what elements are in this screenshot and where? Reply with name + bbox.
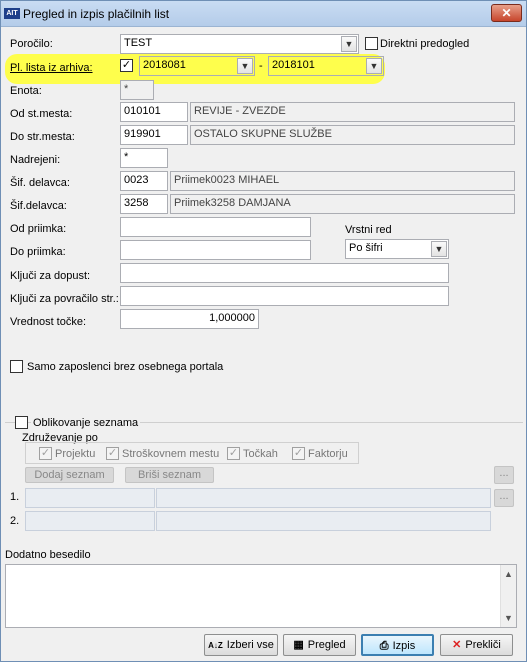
window-title: Pregled in izpis plačilnih list <box>23 7 170 21</box>
row-1-field-b <box>156 488 491 508</box>
arhiv-to-value: 2018101 <box>272 59 315 71</box>
od-st-mesta-code[interactable]: 010101 <box>120 102 188 122</box>
app-icon: AIT <box>4 8 20 19</box>
sif-delavca-2-code[interactable]: 3258 <box>120 194 168 214</box>
vrstni-red-value: Po šifri <box>349 242 383 254</box>
enota-label: Enota: <box>10 85 42 97</box>
pregled-label: Pregled <box>307 639 346 651</box>
scroll-up-icon[interactable]: ▲ <box>504 569 513 579</box>
vrednost-tocke-field[interactable]: 1,000000 <box>120 309 259 329</box>
porocilo-value: TEST <box>124 37 153 49</box>
dodaj-seznam-button[interactable]: Dodaj seznam <box>25 467 114 483</box>
kljuci-povracilo-label: Ključi za povračilo str.: <box>10 293 119 305</box>
chevron-down-icon[interactable]: ▼ <box>341 36 357 52</box>
do-priimka-label: Do priimka: <box>10 246 66 258</box>
pregled-button[interactable]: ▦ Pregled <box>283 634 356 656</box>
nadrejeni-label: Nadrejeni: <box>10 154 61 166</box>
arhiv-from-select[interactable]: 2018081 ▼ <box>139 56 255 76</box>
porocilo-label: Poročilo: <box>10 38 53 50</box>
faktorju-label: Faktorju <box>308 448 348 460</box>
faktorju-checkbox[interactable]: ✓ <box>292 447 305 460</box>
row-2-field-b <box>156 511 491 531</box>
scroll-down-icon[interactable]: ▼ <box>504 613 513 623</box>
oblikovanje-label: Oblikovanje seznama <box>31 417 141 429</box>
ellipsis-button-top[interactable]: ... <box>494 466 514 484</box>
nadrejeni-field[interactable]: * <box>120 148 168 168</box>
do-str-mesta-name: OSTALO SKUPNE SLUŽBE <box>190 125 515 145</box>
grid-icon: ▦ <box>293 639 304 651</box>
izpis-button[interactable]: ⎙ Izpis <box>361 634 434 656</box>
title-bar: AIT Pregled in izpis plačilnih list ✕ <box>1 1 526 27</box>
porocilo-select[interactable]: TEST ▼ <box>120 34 359 54</box>
samo-zaposleni-checkbox[interactable] <box>10 360 23 373</box>
arhiv-separator: - <box>259 60 263 72</box>
oblikovanje-checkbox[interactable] <box>15 416 28 429</box>
cancel-x-icon: ✕ <box>452 639 462 651</box>
kljuci-povracilo-field[interactable] <box>120 286 449 306</box>
sif-delavca-2-name: Priimek3258 DAMJANA <box>170 194 515 214</box>
row-2-field-a <box>25 511 155 531</box>
row-1-field-a <box>25 488 155 508</box>
sif-delavca-1-code[interactable]: 0023 <box>120 171 168 191</box>
ellipsis-button-row1[interactable]: ... <box>494 489 514 507</box>
od-priimka-label: Od priimka: <box>10 223 67 235</box>
vrednost-tocke-label: Vrednost točke: <box>10 316 87 328</box>
chevron-down-icon[interactable]: ▼ <box>237 58 253 74</box>
sif-delavca-2-label: Šif.delavca: <box>10 200 67 212</box>
row-2-label: 2. <box>10 515 20 527</box>
arhiv-label: Pl. lista iz arhiva: <box>10 62 93 74</box>
direktni-label: Direktni predogled <box>380 38 470 50</box>
vrstni-red-label: Vrstni red <box>345 224 392 236</box>
stroskovnem-mestu-label: Stroškovnem mestu <box>122 448 220 460</box>
dodatno-label: Dodatno besedilo <box>5 549 91 561</box>
sort-az-icon: A↓Z <box>208 641 223 650</box>
kljuci-dopust-label: Ključi za dopust: <box>10 270 91 282</box>
preklici-button[interactable]: ✕ Prekliči <box>440 634 513 656</box>
tockah-label: Točkah <box>243 448 278 460</box>
dodatno-textarea[interactable]: ▲ ▼ <box>5 564 517 628</box>
izpis-label: Izpis <box>392 640 416 652</box>
stroskovnem-mestu-checkbox[interactable]: ✓ <box>106 447 119 460</box>
od-priimka-field[interactable] <box>120 217 311 237</box>
arhiv-to-select[interactable]: 2018101 ▼ <box>268 56 384 76</box>
brisi-seznam-button[interactable]: Briši seznam <box>125 467 214 483</box>
vertical-scrollbar[interactable]: ▲ ▼ <box>500 565 516 627</box>
projektu-checkbox[interactable]: ✓ <box>39 447 52 460</box>
preklici-label: Prekliči <box>465 639 501 651</box>
close-button[interactable]: ✕ <box>491 4 522 22</box>
do-str-mesta-code[interactable]: 919901 <box>120 125 188 145</box>
do-str-mesta-label: Do str.mesta: <box>10 131 75 143</box>
projektu-label: Projektu <box>55 448 96 460</box>
chevron-down-icon[interactable]: ▼ <box>431 241 447 257</box>
izberi-vse-label: Izberi vse <box>226 639 274 651</box>
od-st-mesta-name: REVIJE - ZVEZDE <box>190 102 515 122</box>
row-1-label: 1. <box>10 491 20 503</box>
arhiv-from-value: 2018081 <box>143 59 186 71</box>
od-st-mesta-label: Od st.mesta: <box>10 108 73 120</box>
sif-delavca-1-label: Šif. delavca: <box>10 177 70 189</box>
arhiv-checkbox[interactable]: ✓ <box>120 59 133 72</box>
enota-field[interactable]: * <box>120 80 154 100</box>
sif-delavca-1-name: Priimek0023 MIHAEL <box>170 171 515 191</box>
tockah-checkbox[interactable]: ✓ <box>227 447 240 460</box>
direktni-checkbox[interactable] <box>365 37 378 50</box>
izberi-vse-button[interactable]: A↓Z Izberi vse <box>204 634 278 656</box>
vrstni-red-select[interactable]: Po šifri ▼ <box>345 239 449 259</box>
samo-zaposleni-label: Samo zaposlenci brez osebnega portala <box>27 361 224 373</box>
printer-icon: ⎙ <box>379 640 389 652</box>
chevron-down-icon[interactable]: ▼ <box>366 58 382 74</box>
kljuci-dopust-field[interactable] <box>120 263 449 283</box>
dialog-window: AIT Pregled in izpis plačilnih list ✕ Po… <box>0 0 527 662</box>
do-priimka-field[interactable] <box>120 240 311 260</box>
